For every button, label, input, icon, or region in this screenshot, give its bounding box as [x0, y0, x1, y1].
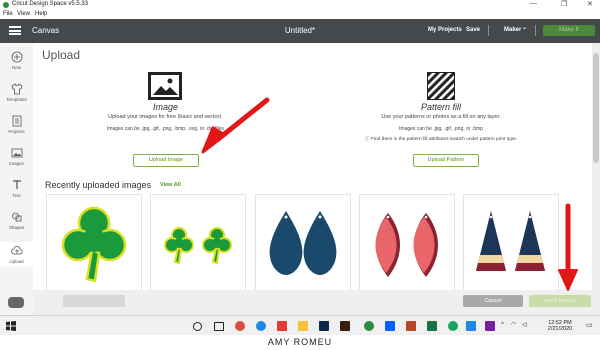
teardrop-earrings-image: [269, 211, 337, 275]
cricut-icon[interactable]: [364, 321, 374, 331]
maximize-button[interactable]: ❐: [561, 0, 567, 8]
sidebar-item-label: Templates: [6, 97, 27, 102]
sidebar-item-images[interactable]: Images: [0, 147, 33, 166]
volume-icon[interactable]: ◁: [522, 321, 527, 328]
recent-image-thumbnail[interactable]: [46, 194, 142, 292]
red-arrow-icon: [558, 203, 578, 291]
upload-footer: Cancel Insert Images: [33, 290, 600, 315]
search-icon[interactable]: [193, 322, 202, 331]
edge-icon[interactable]: [256, 321, 266, 331]
app-header: Canvas Untitled* My Projects Save Maker …: [0, 19, 600, 43]
chat-bubble-icon[interactable]: [8, 297, 24, 308]
sidebar-item-new[interactable]: New: [0, 51, 33, 70]
notification-icon[interactable]: ▭: [586, 321, 593, 329]
sidebar-item-label: Images: [9, 161, 24, 166]
sidebar-item-label: Upload: [9, 259, 24, 264]
app-icon[interactable]: [277, 321, 287, 331]
my-projects-link[interactable]: My Projects: [428, 27, 462, 33]
shamrock-image: [61, 206, 127, 283]
leaf-earrings-image: [375, 213, 438, 277]
window-title-bar: Cricut Design Space v5.5.33 — ❐ ✕: [0, 0, 600, 10]
save-link[interactable]: Save: [466, 27, 480, 33]
left-sidebar: New Templates Projects Images Text Shape…: [0, 43, 34, 315]
vertical-scrollbar[interactable]: [592, 43, 600, 290]
sidebar-item-upload[interactable]: Upload: [0, 242, 33, 267]
page-title: Upload: [42, 48, 81, 62]
sidebar-item-label: Shapes: [8, 225, 25, 230]
upload-image-button[interactable]: Upload Image: [133, 154, 199, 167]
sidebar-item-label: Projects: [8, 129, 25, 134]
recent-image-thumbnail[interactable]: [463, 194, 559, 292]
upload-icon: [10, 245, 23, 255]
sidebar-item-label: Text: [12, 193, 21, 198]
app-icon[interactable]: [485, 321, 495, 331]
sidebar-item-label: New: [11, 65, 21, 70]
app-icon[interactable]: [448, 321, 458, 331]
scrollbar-thumb[interactable]: [593, 53, 599, 163]
double-shamrock-image: [164, 227, 232, 265]
machine-select[interactable]: Maker: [504, 27, 521, 33]
dropbox-icon[interactable]: [385, 321, 395, 331]
taskbar-clock[interactable]: 12:52 PM 2/21/2020: [540, 320, 580, 332]
make-it-button[interactable]: Make It: [543, 25, 595, 36]
photo-credit: AMY ROMEU: [0, 335, 600, 350]
menu-bar: File View Help: [0, 10, 600, 19]
disabled-footer-button: [63, 295, 125, 307]
menu-view[interactable]: View: [17, 11, 30, 17]
sidebar-item-projects[interactable]: Projects: [0, 115, 33, 134]
recent-image-thumbnail[interactable]: [255, 194, 351, 292]
recent-images-title: Recently uploaded images: [45, 180, 152, 190]
pattern-card-note: Find them in the pattern fill attributes…: [371, 137, 518, 142]
sidebar-item-templates[interactable]: Templates: [0, 83, 33, 102]
sidebar-item-shapes[interactable]: Shapes: [0, 211, 33, 230]
powerpoint-icon[interactable]: [406, 321, 416, 331]
menu-file[interactable]: File: [3, 11, 13, 17]
header-divider: [535, 25, 536, 36]
wifi-icon[interactable]: ◠: [511, 321, 516, 328]
excel-icon[interactable]: [427, 321, 437, 331]
chrome-icon[interactable]: [235, 321, 245, 331]
shirt-icon: [11, 83, 22, 95]
triangle-earrings-image: [476, 211, 545, 271]
pattern-card-subtitle: Use your patterns or photos as a fill on…: [381, 114, 501, 120]
insert-images-button[interactable]: Insert Images: [529, 295, 591, 307]
view-all-link[interactable]: View All: [160, 182, 181, 188]
cricut-app-icon: [3, 2, 9, 8]
pattern-card-formats: Images can be .jpg, .gif, .png, or .bmp: [399, 126, 483, 132]
pattern-upload-card: Pattern fill Use your patterns or photos…: [351, 102, 531, 142]
header-divider: [488, 25, 489, 36]
chevron-down-icon[interactable]: ⌄: [522, 24, 527, 31]
shapes-icon: [11, 212, 21, 222]
plus-icon: [11, 51, 22, 63]
photoshop-icon[interactable]: [319, 321, 329, 331]
illustrator-icon[interactable]: [340, 321, 350, 331]
cancel-button[interactable]: Cancel: [463, 295, 523, 307]
clock-date: 2/21/2020: [547, 326, 573, 332]
pattern-fill-icon: [427, 72, 455, 100]
windows-start-icon[interactable]: [6, 321, 16, 331]
menu-help[interactable]: Help: [35, 11, 47, 17]
recent-image-thumbnail[interactable]: [150, 194, 246, 292]
minimize-button[interactable]: —: [530, 0, 537, 7]
windows-taskbar: ^ ◠ ◁ 12:52 PM 2/21/2020 ▭: [0, 315, 600, 336]
window-title: Cricut Design Space v5.5.33: [12, 1, 89, 7]
pattern-card-title: Pattern fill: [420, 102, 462, 112]
upload-panel: Upload Image Upload your images for free…: [33, 43, 592, 292]
sidebar-item-text[interactable]: Text: [0, 179, 33, 198]
image-icon: [11, 148, 22, 158]
text-icon: [12, 180, 21, 189]
image-upload-icon: [148, 72, 182, 100]
projects-icon: [12, 115, 21, 127]
upload-pattern-button[interactable]: Upload Pattern: [413, 154, 479, 167]
red-arrow-icon: [201, 97, 270, 154]
task-view-icon[interactable]: [214, 322, 224, 331]
tray-overflow-icon[interactable]: ^: [501, 322, 504, 328]
recent-image-thumbnail[interactable]: [359, 194, 455, 292]
file-explorer-icon[interactable]: [298, 321, 308, 331]
app-icon[interactable]: [466, 321, 476, 331]
close-window-button[interactable]: ✕: [587, 0, 593, 8]
